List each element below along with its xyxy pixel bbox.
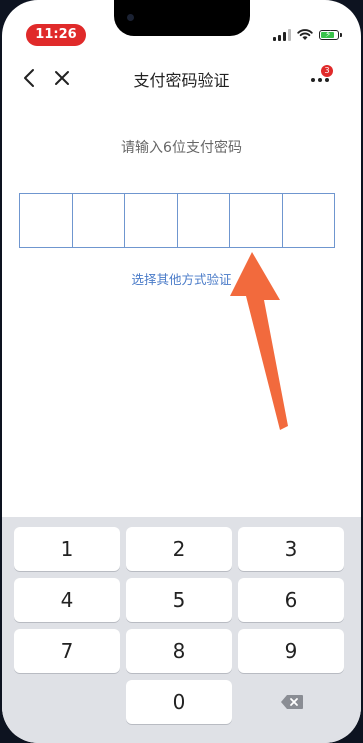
more-button[interactable]: 3 [309,65,333,88]
pin-cell[interactable] [73,194,125,247]
numeric-keypad: 1 2 3 4 5 6 7 8 9 0 [2,517,361,743]
nav-bar: 支付密码验证 3 [2,62,361,94]
pin-cell[interactable] [20,194,73,247]
key-1[interactable]: 1 [14,527,120,571]
camera [127,14,134,21]
more-icon [311,78,329,82]
backspace-icon [281,695,303,709]
notch [114,0,250,36]
pin-cell[interactable] [125,194,178,247]
key-6[interactable]: 6 [238,578,344,622]
pin-cell[interactable] [178,194,230,247]
status-icons: ⚡ [273,27,342,43]
pin-input[interactable] [19,193,335,248]
wifi-icon [297,29,313,40]
pin-cell[interactable] [230,194,283,247]
key-4[interactable]: 4 [14,578,120,622]
pin-prompt: 请输入6位支付密码 [121,140,242,156]
key-5[interactable]: 5 [126,578,232,622]
delete-key[interactable] [238,680,344,724]
battery-icon: ⚡ [319,30,342,40]
signal-icon [273,29,291,41]
other-verification-link[interactable]: 选择其他方式验证 [2,269,361,288]
key-blank [14,680,120,724]
key-2[interactable]: 2 [126,527,232,571]
key-7[interactable]: 7 [14,629,120,673]
pin-cell[interactable] [283,194,335,247]
page-title: 支付密码验证 [133,71,230,90]
phone-screen: 11:26 ⚡ 支付密码验证 3 请输入6位支付密码 选择其他方式验证 1 2 … [2,0,361,743]
notification-badge: 3 [321,65,333,77]
status-time: 11:26 [26,24,86,46]
key-9[interactable]: 9 [238,629,344,673]
key-3[interactable]: 3 [238,527,344,571]
key-0[interactable]: 0 [126,680,232,724]
key-8[interactable]: 8 [126,629,232,673]
